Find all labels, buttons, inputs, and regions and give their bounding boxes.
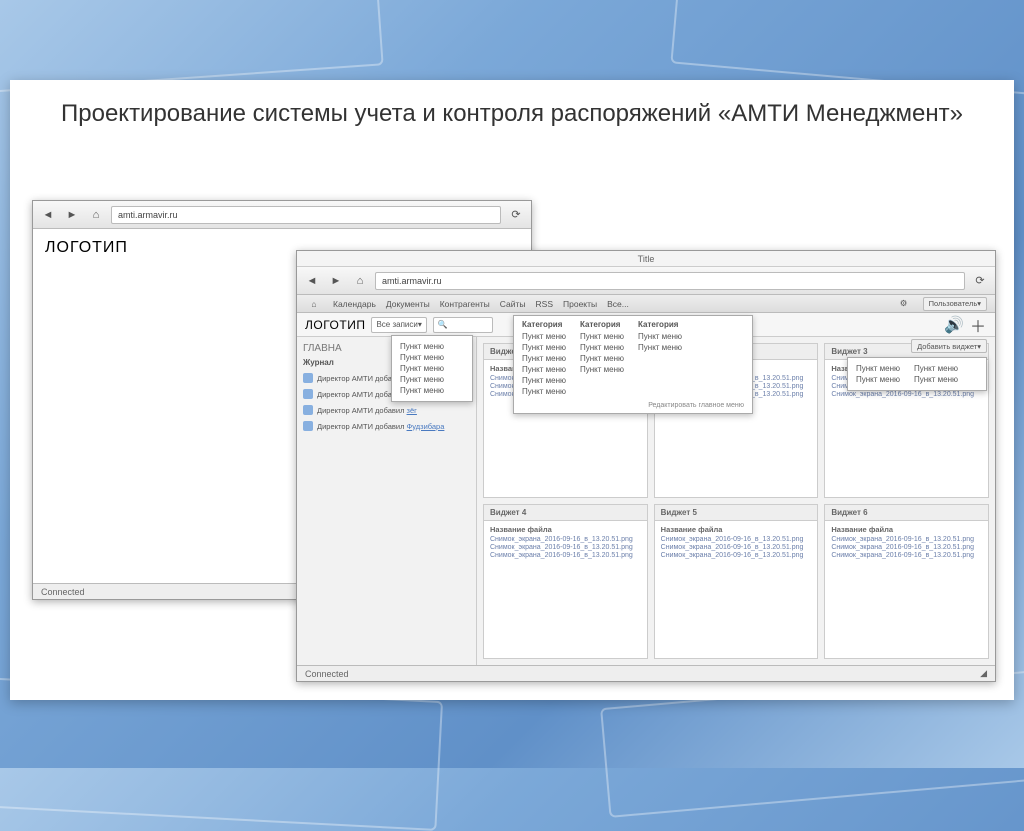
menu-item[interactable]: Пункт меню bbox=[400, 342, 464, 351]
file-line[interactable]: Снимок_экрана_2016-09-16_в_13.20.51.png bbox=[661, 544, 812, 551]
menu-item[interactable]: Пункт меню bbox=[400, 364, 464, 373]
menu-item[interactable]: Календарь bbox=[333, 299, 376, 309]
widget-subtitle: Название файла bbox=[490, 525, 641, 534]
widget-card: Виджет 5 Название файла Снимок_экрана_2016… bbox=[654, 504, 819, 659]
menu-item[interactable]: Пункт меню bbox=[400, 353, 464, 362]
slide-title: Проектирование системы учета и контроля … bbox=[10, 80, 1014, 141]
edit-main-menu-link[interactable]: Редактировать главное меню bbox=[522, 402, 744, 409]
add-widget-menu[interactable]: Пункт меню Пункт меню Пункт меню Пункт меню bbox=[847, 357, 987, 391]
journal-row[interactable]: Директор АМТИ добавил Фудзибара bbox=[303, 421, 470, 431]
file-line[interactable]: Снимок_экрана_2016-09-16_в_13.20.51.png bbox=[490, 552, 641, 559]
app-menubar: ⌂ Календарь Документы Контрагенты Сайты … bbox=[297, 295, 995, 313]
menu-item[interactable]: RSS bbox=[536, 299, 553, 309]
add-widget-button[interactable]: Добавить виджет ▾ bbox=[911, 339, 987, 353]
forward-icon[interactable]: ► bbox=[327, 272, 345, 290]
doc-icon bbox=[303, 389, 313, 399]
browser-toolbar: ◄ ► ⌂ amti.armavir.ru ⟳ bbox=[297, 267, 995, 295]
widget-title: Виджет 4 bbox=[484, 505, 647, 521]
menu-item[interactable]: Контрагенты bbox=[440, 299, 490, 309]
menu-item[interactable]: Пункт меню bbox=[914, 375, 958, 384]
dropdown-menu[interactable]: Пункт меню Пункт меню Пункт меню Пункт меню… bbox=[391, 335, 473, 402]
widget-card: Виджет 4 Название файла Снимок_экрана_2016… bbox=[483, 504, 648, 659]
menu-item[interactable]: Пункт меню bbox=[522, 387, 566, 396]
widget-title: Виджет 5 bbox=[655, 505, 818, 521]
menu-item[interactable]: Пункт меню bbox=[522, 365, 566, 374]
category-header: Категория bbox=[638, 320, 682, 329]
gear-icon[interactable]: ⚙ bbox=[895, 295, 913, 313]
search-input[interactable]: 🔍 bbox=[433, 317, 493, 333]
menu-item[interactable]: Пункт меню bbox=[856, 364, 900, 373]
menu-item[interactable]: Документы bbox=[386, 299, 430, 309]
menu-item[interactable]: Пункт меню bbox=[580, 365, 624, 374]
menu-item[interactable]: Пункт меню bbox=[638, 343, 682, 352]
category-header: Категория bbox=[580, 320, 624, 329]
menu-item[interactable]: Пункт меню bbox=[580, 354, 624, 363]
mock-window-2: Title ◄ ► ⌂ amti.armavir.ru ⟳ ⌂ Календар… bbox=[296, 250, 996, 682]
menu-item[interactable]: Пункт меню bbox=[856, 375, 900, 384]
menu-item[interactable]: Все... bbox=[607, 299, 629, 309]
file-line[interactable]: Снимок_экрана_2016-09-16_в_13.20.51.png bbox=[831, 552, 982, 559]
widget-card: Виджет 6 Название файла Снимок_экрана_2016… bbox=[824, 504, 989, 659]
menu-item[interactable]: Пункт меню bbox=[400, 386, 464, 395]
menu-item[interactable]: Пункт меню bbox=[522, 354, 566, 363]
address-bar[interactable]: amti.armavir.ru bbox=[111, 206, 501, 224]
status-bar: Connected ◢ bbox=[297, 665, 995, 681]
file-line[interactable]: Снимок_экрана_2016-09-16_в_13.20.51.png bbox=[831, 536, 982, 543]
plus-icon[interactable]: ＋ bbox=[969, 316, 987, 334]
user-dropdown[interactable]: Пользователь ▾ bbox=[923, 297, 987, 311]
menu-item[interactable]: Проекты bbox=[563, 299, 597, 309]
widget-title: Виджет 6 bbox=[825, 505, 988, 521]
doc-icon bbox=[303, 405, 313, 415]
category-menu[interactable]: Категория Пункт меню Пункт меню Пункт меню П… bbox=[513, 315, 753, 414]
filter-select[interactable]: Все записи ▾ bbox=[371, 317, 426, 333]
home-icon[interactable]: ⌂ bbox=[87, 206, 105, 224]
file-line[interactable]: Снимок_экрана_2016-09-16_в_13.20.51.png bbox=[490, 536, 641, 543]
refresh-icon[interactable]: ⟳ bbox=[507, 206, 525, 224]
slide-card: Проектирование системы учета и контроля … bbox=[10, 80, 1014, 700]
logo-text: ЛОГОТИП bbox=[305, 318, 365, 332]
refresh-icon[interactable]: ⟳ bbox=[971, 272, 989, 290]
menu-item[interactable]: Пункт меню bbox=[580, 343, 624, 352]
back-icon[interactable]: ◄ bbox=[39, 206, 57, 224]
menu-item[interactable]: Пункт меню bbox=[522, 332, 566, 341]
widget-subtitle: Название файла bbox=[661, 525, 812, 534]
doc-icon bbox=[303, 373, 313, 383]
back-icon[interactable]: ◄ bbox=[303, 272, 321, 290]
home-icon[interactable]: ⌂ bbox=[351, 272, 369, 290]
menu-item[interactable]: Пункт меню bbox=[580, 332, 624, 341]
browser-toolbar: ◄ ► ⌂ amti.armavir.ru ⟳ bbox=[33, 201, 531, 229]
forward-icon[interactable]: ► bbox=[63, 206, 81, 224]
menu-item[interactable]: Пункт меню bbox=[400, 375, 464, 384]
category-header: Категория bbox=[522, 320, 566, 329]
file-line[interactable]: Снимок_экрана_2016-09-16_в_13.20.51.png bbox=[831, 391, 982, 398]
menu-item[interactable]: Пункт меню bbox=[638, 332, 682, 341]
resize-grip-icon[interactable]: ◢ bbox=[980, 668, 987, 679]
journal-row[interactable]: Директор АМТИ добавил зёг bbox=[303, 405, 470, 415]
menu-item[interactable]: Пункт меню bbox=[914, 364, 958, 373]
menu-item[interactable]: Сайты bbox=[500, 299, 526, 309]
menu-item[interactable]: Пункт меню bbox=[522, 343, 566, 352]
file-line[interactable]: Снимок_экрана_2016-09-16_в_13.20.51.png bbox=[661, 536, 812, 543]
menu-item[interactable]: Пункт меню bbox=[522, 376, 566, 385]
sound-icon[interactable]: 🔊 bbox=[945, 316, 963, 334]
address-bar[interactable]: amti.armavir.ru bbox=[375, 272, 965, 290]
doc-icon bbox=[303, 421, 313, 431]
file-line[interactable]: Снимок_экрана_2016-09-16_в_13.20.51.png bbox=[831, 544, 982, 551]
widget-subtitle: Название файла bbox=[831, 525, 982, 534]
window-title: Title bbox=[297, 251, 995, 267]
file-line[interactable]: Снимок_экрана_2016-09-16_в_13.20.51.png bbox=[661, 552, 812, 559]
home-icon[interactable]: ⌂ bbox=[305, 295, 323, 313]
file-line[interactable]: Снимок_экрана_2016-09-16_в_13.20.51.png bbox=[490, 544, 641, 551]
